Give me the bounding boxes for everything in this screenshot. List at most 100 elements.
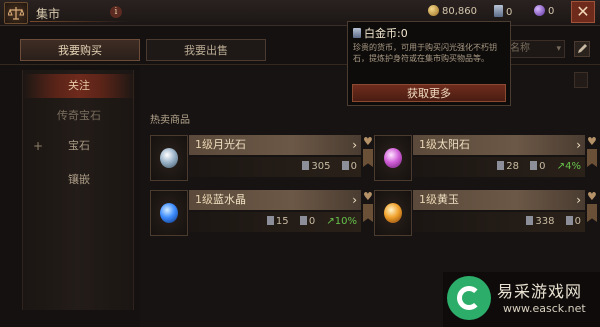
hot-items-label: 热卖商品	[150, 115, 190, 126]
get-more-button[interactable]: 获取更多	[352, 84, 506, 102]
tab-buy[interactable]: 我要购买	[20, 39, 140, 61]
stock-value: 338	[535, 216, 555, 227]
page-title: 集市	[36, 7, 61, 21]
gem-icon	[160, 148, 178, 168]
watermark: 易采游戏网 www.easck.net	[443, 272, 600, 327]
item-name: 月光石	[213, 138, 246, 151]
gem-frame	[374, 135, 412, 181]
item-name: 黄玉	[437, 193, 459, 206]
item-card[interactable]: 1级黄玉 › 338 0 ♥	[374, 190, 597, 236]
item-card[interactable]: 1级蓝水晶 › 15 0 ↗10% ♥	[150, 190, 373, 236]
platinum-tooltip: 白金币:0 珍贵的货币，可用于购买闪光强化不朽钥石，提炼护身符或在集市购买物品等…	[347, 21, 511, 106]
item-grade: 1级	[419, 193, 437, 206]
stock-count: 305	[302, 157, 330, 177]
sold-count: 0	[341, 157, 357, 177]
edit-icon[interactable]	[574, 41, 590, 57]
listing-icon	[302, 161, 310, 170]
gem-frame	[150, 190, 188, 236]
sold-icon	[530, 161, 538, 170]
sold-value: 0	[574, 216, 581, 227]
orb-currency[interactable]: 0	[534, 5, 554, 19]
search-input[interactable]: 名称 ▾	[505, 40, 565, 58]
price-change: ↗10%	[326, 216, 357, 227]
sidebar-item-socket[interactable]: 镶嵌	[23, 168, 135, 192]
site-logo-icon	[447, 276, 491, 320]
heart-icon: ♥	[363, 135, 373, 148]
tooltip-title-text: 白金币:0	[364, 27, 408, 40]
item-name-bar[interactable]: 1级黄玉 ›	[413, 190, 585, 210]
orb-amount: 0	[548, 6, 555, 17]
item-name-bar[interactable]: 1级蓝水晶 ›	[189, 190, 361, 210]
item-grade: 1级	[195, 193, 213, 206]
watermark-url: www.easck.net	[503, 302, 586, 315]
platinum-currency[interactable]: 0	[494, 5, 512, 19]
item-stats: 15 0 ↗10%	[189, 212, 361, 232]
chevron-right-icon[interactable]: ›	[576, 135, 581, 155]
chevron-right-icon[interactable]: ›	[352, 135, 357, 155]
title-underline	[30, 21, 130, 22]
sold-icon	[299, 216, 307, 225]
close-button[interactable]: ✕	[571, 1, 595, 23]
item-card[interactable]: 1级太阳石 › 28 0 ↗4% ♥	[374, 135, 597, 181]
gold-currency[interactable]: 80,860	[428, 5, 477, 19]
item-stats: 305 0	[189, 157, 361, 177]
item-grade: 1级	[195, 138, 213, 151]
category-sidebar: 关注 传奇宝石 + 宝石 镶嵌	[22, 70, 135, 310]
item-name-bar[interactable]: 1级月光石 ›	[189, 135, 361, 155]
price-change-value: 4%	[565, 161, 581, 172]
listing-icon	[266, 216, 274, 225]
tab-sell[interactable]: 我要出售	[146, 39, 266, 61]
bookmark-icon	[587, 204, 597, 222]
chevron-down-icon: ▾	[556, 44, 561, 54]
gem-icon	[384, 203, 402, 223]
sold-icon	[565, 216, 573, 225]
favorite-toggle[interactable]: ♥	[587, 135, 597, 177]
heart-icon: ♥	[587, 190, 597, 203]
gold-coin-icon	[428, 5, 439, 16]
search-placeholder: 名称	[510, 43, 530, 54]
gold-amount: 80,860	[442, 6, 477, 17]
favorite-toggle[interactable]: ♥	[363, 135, 373, 177]
bookmark-icon	[363, 204, 373, 222]
sidebar-item-legendary-gems[interactable]: 传奇宝石	[23, 104, 135, 128]
gem-frame	[150, 135, 188, 181]
bookmark-icon	[363, 149, 373, 167]
sold-value: 0	[308, 216, 316, 227]
chevron-right-icon[interactable]: ›	[576, 190, 581, 210]
listing-icon	[497, 161, 505, 170]
heart-icon: ♥	[587, 135, 597, 148]
item-name: 蓝水晶	[213, 193, 246, 206]
stock-value: 15	[275, 216, 289, 227]
sold-value: 0	[350, 161, 357, 172]
expand-icon: +	[33, 139, 44, 153]
item-card[interactable]: 1级月光石 › 305 0 ♥	[150, 135, 373, 181]
sidebar-item-favorites[interactable]: 关注	[23, 74, 135, 98]
stock-count: 338	[526, 212, 554, 232]
heart-icon: ♥	[363, 190, 373, 203]
stock-count: 15	[266, 212, 289, 232]
info-icon[interactable]: i	[110, 6, 122, 18]
favorite-toggle[interactable]: ♥	[363, 190, 373, 232]
sold-count: 0	[565, 212, 581, 232]
sold-icon	[341, 161, 349, 170]
platinum-amount: 0	[506, 7, 513, 18]
stock-count: 28	[497, 157, 519, 177]
gem-icon	[384, 148, 402, 168]
price-change-value: 10%	[334, 216, 357, 227]
bookmark-icon	[587, 149, 597, 167]
item-name-bar[interactable]: 1级太阳石 ›	[413, 135, 585, 155]
sold-count: 0	[530, 157, 546, 177]
item-name: 太阳石	[437, 138, 470, 151]
platinum-icon	[494, 5, 503, 17]
gem-icon	[160, 203, 178, 223]
item-grade: 1级	[419, 138, 437, 151]
sold-value: 0	[539, 161, 546, 172]
tooltip-description: 珍贵的货币，可用于购买闪光强化不朽钥石，提炼护身符或在集市购买物品等。	[353, 43, 497, 63]
sidebar-item-gems[interactable]: + 宝石	[23, 134, 135, 158]
watermark-name: 易采游戏网	[497, 282, 583, 301]
chevron-right-icon[interactable]: ›	[352, 190, 357, 210]
bell-icon[interactable]	[574, 72, 588, 88]
favorite-toggle[interactable]: ♥	[587, 190, 597, 232]
tooltip-title: 白金币:0	[353, 25, 408, 41]
item-stats: 28 0 ↗4%	[413, 157, 585, 177]
